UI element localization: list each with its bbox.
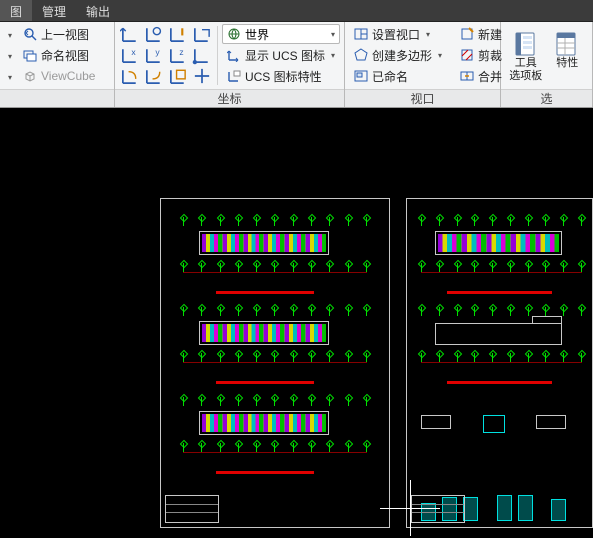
ucs-icon-5[interactable]: x [119,45,141,65]
nav-dropdown-2[interactable]: ▾ [4,47,16,65]
named-view-button[interactable]: 命名视图 [18,45,100,65]
layout-sheet-2 [406,198,593,528]
ucs-icon-2[interactable] [143,24,165,44]
viewport-new-button[interactable]: 新建 [455,24,507,44]
set-viewport-button[interactable]: 设置视口 [349,24,447,44]
panel-viewport-title[interactable]: 视口 [345,89,500,107]
drawing-canvas[interactable] [0,108,593,538]
panel-navigation: ▾ ▾ ▾ 上一视图 命名视图 ViewCube [0,22,115,107]
viewport-new-label: 新建 [478,26,502,43]
clip-icon [460,48,474,62]
panel-coordinates: x y z 世界 ▾ [115,22,345,107]
title-block-1 [165,495,219,523]
svg-text:z: z [179,47,183,57]
new-icon [460,27,474,41]
ucs-icon-4[interactable] [191,24,213,44]
layout-sheet-1 [160,198,390,528]
ucs-icon-12[interactable] [191,66,213,86]
named-view-icon [23,48,37,62]
viewport-cut-button[interactable]: 剪裁 [455,45,507,65]
panel-palettes-title[interactable]: 选 [501,89,592,107]
ribbon-tabstrip: 图 管理 输出 [0,0,593,22]
ucs-icon-10[interactable] [143,66,165,86]
magnifier-back-icon [23,27,37,41]
ucs-show-icon [227,48,241,62]
floorplan-row-3 [161,393,389,483]
ribbon-tab-view[interactable]: 图 [0,0,32,21]
named-viewport-label: 已命名 [372,68,408,85]
ucs-world-label: 世界 [245,26,269,43]
chevron-down-icon: ▾ [331,30,335,39]
show-ucs-icon-label: 显示 UCS 图标 [245,47,325,64]
tool-palette-button[interactable]: 工具 选项板 [505,24,547,87]
ribbon-tab-manage[interactable]: 管理 [32,0,76,21]
viewcube-icon [23,69,37,83]
globe-icon [227,27,241,41]
properties-icon [554,31,580,57]
floorplan-row-2 [161,303,389,393]
create-polygon-label: 创建多边形 [372,47,432,64]
set-viewport-label: 设置视口 [372,26,420,43]
properties-palette-button[interactable]: 特性 [547,24,589,87]
viewcube-label: ViewCube [41,69,95,83]
ucs-icon-11[interactable] [167,66,189,86]
prev-view-button[interactable]: 上一视图 [18,24,100,44]
prev-view-label: 上一视图 [41,26,89,43]
floorplan-row-b1 [407,213,592,303]
panel-navigation-title [0,89,114,107]
ucs-icon-6[interactable]: y [143,45,165,65]
ucs-world-combo[interactable]: 世界 ▾ [222,24,340,44]
nav-dropdown-3[interactable]: ▾ [4,68,16,86]
panel-palettes: 工具 选项板 特性 选 [501,22,593,107]
tool-palette-icon [513,31,539,57]
ucs-icon-props-label: UCS 图标特性 [245,68,322,85]
svg-text:y: y [155,47,160,57]
viewport-set-icon [354,27,368,41]
ucs-props-icon [227,69,241,83]
ribbon-tab-output[interactable]: 输出 [76,0,120,21]
properties-label: 特性 [556,57,578,70]
panel-coordinates-title[interactable]: 坐标 [115,89,344,107]
detail-row [421,415,566,433]
polygon-icon [354,48,368,62]
viewport-merge-button[interactable]: 合并 [455,66,507,86]
floorplan-row-1 [161,213,389,303]
tool-palette-label-2: 选项板 [509,70,542,83]
ucs-icon-7[interactable]: z [167,45,189,65]
ribbon: ▾ ▾ ▾ 上一视图 命名视图 ViewCube [0,22,593,108]
merge-icon [460,69,474,83]
named-viewport-icon [354,69,368,83]
ucs-icon-1[interactable] [119,24,141,44]
title-block-2 [411,495,465,523]
create-polygon-button[interactable]: 创建多边形 [349,45,447,65]
ucs-icon-props-button[interactable]: UCS 图标特性 [222,66,340,86]
svg-text:x: x [131,47,136,57]
floorplan-row-b2 [407,303,592,393]
viewport-cut-label: 剪裁 [478,47,502,64]
ucs-icon-3[interactable] [167,24,189,44]
elevation-outline [435,323,562,345]
nav-dropdown-1[interactable]: ▾ [4,26,16,44]
named-viewport-button[interactable]: 已命名 [349,66,447,86]
tool-palette-label-1: 工具 [515,57,537,70]
panel-viewport: 设置视口 创建多边形 已命名 新建 剪裁 [345,22,501,107]
viewcube-button[interactable]: ViewCube [18,66,100,86]
viewport-merge-label: 合并 [478,68,502,85]
ucs-icon-9[interactable] [119,66,141,86]
show-ucs-icon-button[interactable]: 显示 UCS 图标 [222,45,340,65]
crosshair-vertical [410,480,411,536]
ucs-icon-8[interactable] [191,45,213,65]
named-view-label: 命名视图 [41,47,89,64]
